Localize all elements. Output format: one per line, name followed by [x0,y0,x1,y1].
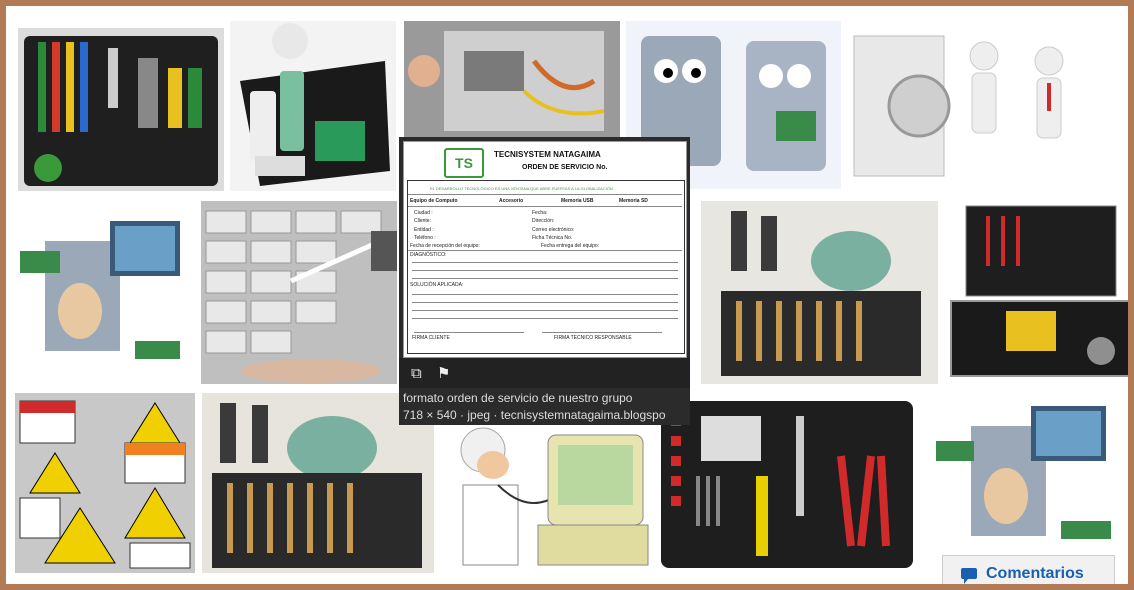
label-fecha: Fecha: [532,210,548,216]
image-result-cleaning-kit[interactable] [230,21,396,191]
label-equipo: Equipo de Computo [410,198,458,204]
image-result-pc-doctor-cartoon[interactable] [438,425,650,573]
service-order-document: TS TECNISYSTEM NATAGAIMA ORDEN DE SERVIC… [403,141,687,358]
label-firma-tecnico: FIRMA TECNICO RESPONSABLE [554,335,632,341]
form-line [412,318,678,319]
related-images-icon[interactable]: ⧉ [411,364,422,382]
document-slogan: EL DESARROLLO TECNOLÓGICO ES UNA VENTANA… [430,186,613,191]
label-cliente: Cliente: [414,218,431,224]
image-result-tool-suitcase[interactable] [946,201,1128,384]
label-entidad: Entidad : [414,227,434,233]
image-result-pc-hand-cartoon-2[interactable] [931,401,1128,554]
image-result-pc-hand-cartoon[interactable] [15,201,196,377]
image-result-toolkit-case[interactable] [18,28,224,191]
image-result-soldering-tools[interactable] [701,201,938,384]
label-ficha: Ficha Técnica No. [532,235,573,241]
comments-label: Comentarios [986,565,1084,582]
speech-bubble-icon [961,568,977,584]
comments-button[interactable]: Comentarios [942,555,1115,584]
label-memoria-usb: Memoria USB [561,198,594,204]
form-line [412,310,678,311]
image-result-precision-toolkit[interactable] [656,396,919,573]
form-line [412,270,678,271]
image-preview-popup[interactable]: TS TECNISYSTEM NATAGAIMA ORDEN DE SERVIC… [399,137,690,425]
preview-caption-meta: 718 × 540 · jpeg · tecnisystemnatagaima.… [403,408,666,422]
label-memoria-sd: Memoria SD [619,198,648,204]
label-entrega: Fecha entrega del equipo: [541,243,600,249]
image-result-keyboard-cleaning[interactable] [201,201,397,384]
image-result-3d-people-gear[interactable] [844,21,1089,189]
label-accesorio: Accesorio [499,198,524,204]
label-solucion: SOLUCIÓN APLICADA: [410,282,464,288]
document-subtitle: ORDEN DE SERVICIO No. [522,164,608,171]
form-line [412,302,678,303]
label-recepcion: Fecha de recepción del equipo: [410,243,480,249]
form-divider [408,206,682,207]
label-ciudad: Ciudad : [414,210,433,216]
form-divider [408,194,682,195]
label-direccion: Dirección: [532,218,555,224]
label-firma-cliente: FIRMA CLIENTE [412,335,450,341]
signature-line [414,332,524,333]
image-results-frame: TS TECNISYSTEM NATAGAIMA ORDEN DE SERVIC… [0,0,1134,590]
report-flag-icon[interactable]: ⚑ [437,364,450,382]
document-title: TECNISYSTEM NATAGAIMA [494,150,601,159]
image-result-danger-signs[interactable] [15,393,195,573]
label-correo: Correo electrónico: [532,227,575,233]
image-result-pc-repair-photo[interactable] [404,21,620,139]
form-divider [408,250,682,251]
form-line [412,262,678,263]
form-line [412,278,678,279]
form-line [412,294,678,295]
signature-line [542,332,662,333]
preview-action-bar: ⧉ ⚑ [399,358,690,388]
preview-caption-title[interactable]: formato orden de servicio de nuestro gru… [403,391,687,405]
label-diagnostico: DIAGNÓSTICO: [410,252,447,258]
company-logo: TS [444,148,484,178]
label-telefono: Teléfono : [414,235,436,241]
